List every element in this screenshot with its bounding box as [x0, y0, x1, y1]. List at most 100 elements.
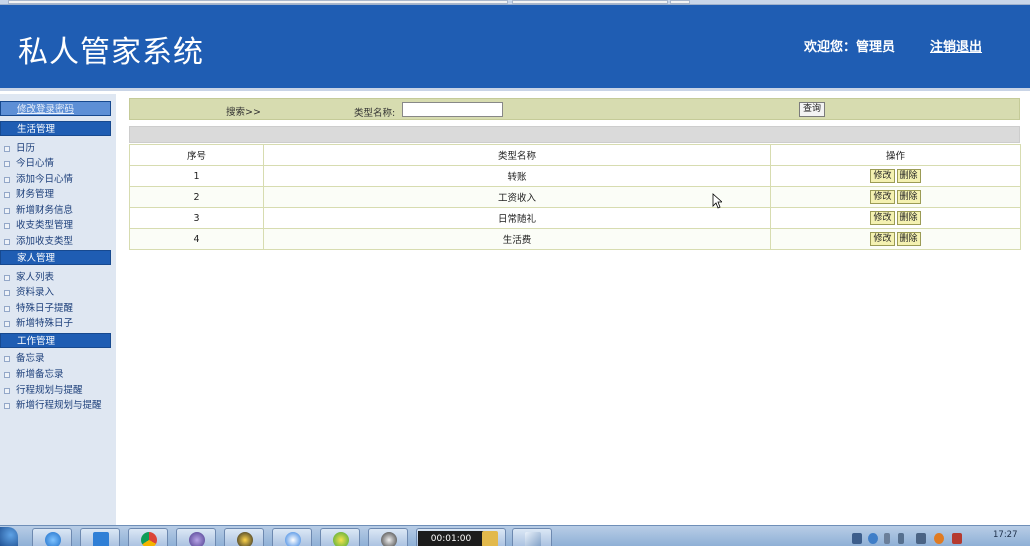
baidu-icon [285, 532, 301, 546]
sidebar-item-schedule[interactable]: 行程规划与提醒 [4, 384, 83, 397]
sidebar-item-data-entry[interactable]: 资料录入 [4, 286, 54, 299]
sidebar-item-calendar[interactable]: 日历 [4, 142, 35, 155]
sidebar-item-add-mood[interactable]: 添加今日心情 [4, 173, 73, 186]
sidebar-item-add-finance[interactable]: 新增财务信息 [4, 204, 73, 217]
change-password-link[interactable]: 修改登录密码 [0, 101, 111, 116]
taskbar-folder-button[interactable] [462, 528, 506, 546]
chrome-icon [141, 532, 157, 546]
tree-node-icon [4, 305, 10, 312]
row-type-name: 工资收入 [263, 186, 771, 208]
help-icon[interactable] [868, 533, 878, 544]
delete-button[interactable]: 删除 [896, 190, 921, 204]
sidebar-section-family[interactable]: 家人管理 [0, 250, 111, 265]
sidebar-item-add-schedule[interactable]: 新增行程规划与提醒 [4, 399, 102, 412]
row-id: 1 [129, 165, 264, 187]
row-actions: 修改 删除 [770, 207, 1021, 229]
row-actions: 修改 删除 [770, 228, 1021, 250]
taskbar-explorer-button[interactable] [80, 528, 120, 546]
tree-node-icon [4, 289, 10, 296]
tree-node-icon [4, 387, 10, 394]
column-header-id: 序号 [129, 144, 264, 166]
type-name-input[interactable] [402, 102, 503, 117]
row-type-name: 日常随礼 [263, 207, 771, 229]
taskbar-baidu-button[interactable] [272, 528, 312, 546]
tree-node-icon [4, 238, 10, 245]
logout-link[interactable]: 注销退出 [930, 36, 982, 55]
windows-explorer-icon [93, 532, 109, 546]
tree-node-icon [4, 191, 10, 198]
sidebar-item-memo[interactable]: 备忘录 [4, 352, 45, 365]
tree-node-icon [4, 371, 10, 378]
taskbar-chrome-button[interactable] [128, 528, 168, 546]
row-type-name: 转账 [263, 165, 771, 187]
table-row: 1 转账 修改 删除 [129, 165, 1021, 187]
browser-go-strip [670, 0, 690, 4]
type-table: 序号 类型名称 操作 1 转账 修改 删除 2 工资收入 修改 删除 3 日常随礼 … [129, 144, 1021, 250]
screenshot-tool-icon [525, 532, 541, 546]
row-id: 4 [129, 228, 264, 250]
sidebar-item-family-list[interactable]: 家人列表 [4, 271, 54, 284]
app-title: 私人管家系统 [18, 35, 204, 70]
taskbar-ie-button[interactable] [32, 528, 72, 546]
row-id: 2 [129, 186, 264, 208]
column-header-actions: 操作 [770, 144, 1021, 166]
edit-button[interactable]: 修改 [870, 190, 895, 204]
user-avatar-icon [381, 532, 397, 546]
column-header-type-name: 类型名称 [263, 144, 771, 166]
sidebar-item-add-special-day[interactable]: 新增特殊日子 [4, 317, 73, 330]
tree-node-icon [4, 274, 10, 281]
table-caption-bar [129, 126, 1020, 143]
tree-node-icon [4, 320, 10, 327]
sidebar-item-add-memo[interactable]: 新增备忘录 [4, 368, 64, 381]
windows-taskbar: 00:01:00 17:27 [0, 525, 1030, 546]
windows-start-orb-icon[interactable] [0, 527, 18, 546]
delete-button[interactable]: 删除 [896, 169, 921, 183]
input-method-icon[interactable] [884, 533, 890, 544]
browser-address-strip [512, 0, 668, 4]
eclipse-icon [189, 532, 205, 546]
folder-icon [482, 531, 498, 546]
table-row: 2 工资收入 修改 删除 [129, 186, 1021, 208]
app-header: 私人管家系统 欢迎您：管理员 注销退出 [0, 5, 1030, 91]
tree-node-icon [4, 207, 10, 214]
sidebar: 修改登录密码 生活管理 日历 今日心情 添加今日心情 财务管理 新增财务信息 收… [0, 94, 116, 525]
tree-node-icon [4, 176, 10, 183]
taskbar-qq-button[interactable] [224, 528, 264, 546]
table-header-row: 序号 类型名称 操作 [129, 144, 1021, 166]
row-actions: 修改 删除 [770, 165, 1021, 187]
sidebar-item-today-mood[interactable]: 今日心情 [4, 157, 54, 170]
taskbar-screenshot-button[interactable] [512, 528, 552, 546]
tree-node-icon [4, 355, 10, 362]
query-button[interactable]: 查询 [799, 102, 825, 117]
sidebar-item-add-income-type[interactable]: 添加收支类型 [4, 235, 73, 248]
taskbar-clock[interactable]: 17:27 [993, 530, 1018, 540]
browser-tab-strip [8, 0, 508, 4]
tree-node-icon [4, 145, 10, 152]
expand-tray-icon[interactable] [898, 533, 904, 544]
edit-button[interactable]: 修改 [870, 211, 895, 225]
sidebar-section-life[interactable]: 生活管理 [0, 121, 111, 136]
qq-icon [237, 532, 253, 546]
type-name-label: 类型名称: [354, 108, 396, 119]
network-icon[interactable] [852, 533, 862, 544]
taskbar-360-button[interactable] [320, 528, 360, 546]
taskbar-user-button[interactable] [368, 528, 408, 546]
edit-button[interactable]: 修改 [870, 232, 895, 246]
sidebar-section-work[interactable]: 工作管理 [0, 333, 111, 348]
sidebar-item-income-type[interactable]: 收支类型管理 [4, 219, 73, 232]
search-bar: 搜索>> 类型名称: 查询 [129, 98, 1020, 120]
flash-icon[interactable] [952, 533, 962, 544]
volume-icon[interactable] [916, 533, 926, 544]
edit-button[interactable]: 修改 [870, 169, 895, 183]
sidebar-item-special-days[interactable]: 特殊日子提醒 [4, 302, 73, 315]
qq-tray-icon[interactable] [934, 533, 944, 544]
tree-node-icon [4, 222, 10, 229]
welcome-text: 欢迎您：管理员 [804, 40, 896, 55]
sidebar-item-finance[interactable]: 财务管理 [4, 188, 54, 201]
delete-button[interactable]: 删除 [896, 232, 921, 246]
table-row: 4 生活费 修改 删除 [129, 228, 1021, 250]
row-id: 3 [129, 207, 264, 229]
delete-button[interactable]: 删除 [896, 211, 921, 225]
row-actions: 修改 删除 [770, 186, 1021, 208]
taskbar-eclipse-button[interactable] [176, 528, 216, 546]
